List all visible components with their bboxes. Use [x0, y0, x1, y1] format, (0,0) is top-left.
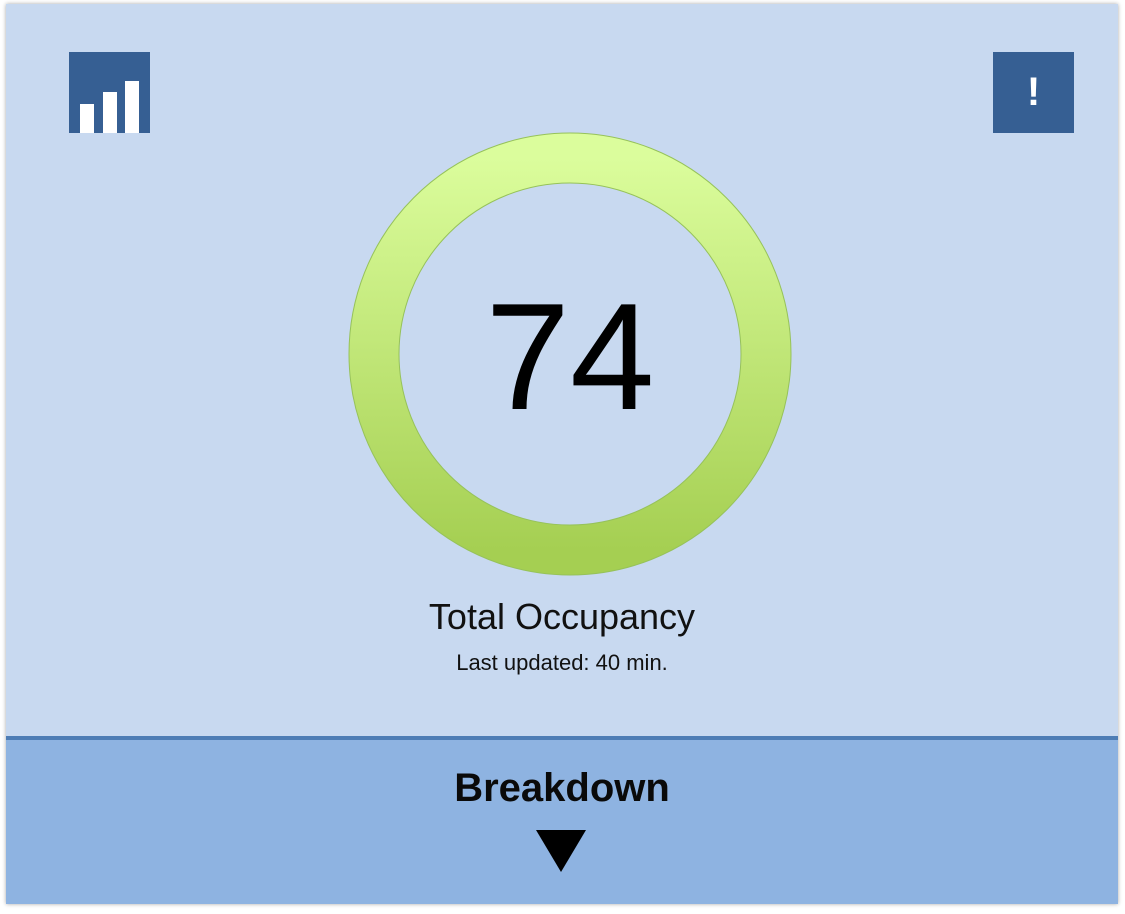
breakdown-toggle[interactable]: Breakdown	[6, 736, 1118, 904]
alert-icon: !	[1026, 70, 1041, 114]
breakdown-label: Breakdown	[454, 766, 670, 810]
occupancy-title: Total Occupancy	[428, 596, 696, 637]
bar-chart-icon	[80, 81, 139, 133]
triangle-down-icon	[536, 830, 586, 872]
last-updated-text: Last updated: 40 min.	[456, 650, 668, 675]
alert-button[interactable]: !	[993, 52, 1074, 133]
stats-button[interactable]	[69, 52, 150, 133]
occupancy-panel: ! 74 Total Occupancy Last updated: 40 mi…	[6, 4, 1118, 904]
occupancy-value: 74	[485, 272, 655, 442]
